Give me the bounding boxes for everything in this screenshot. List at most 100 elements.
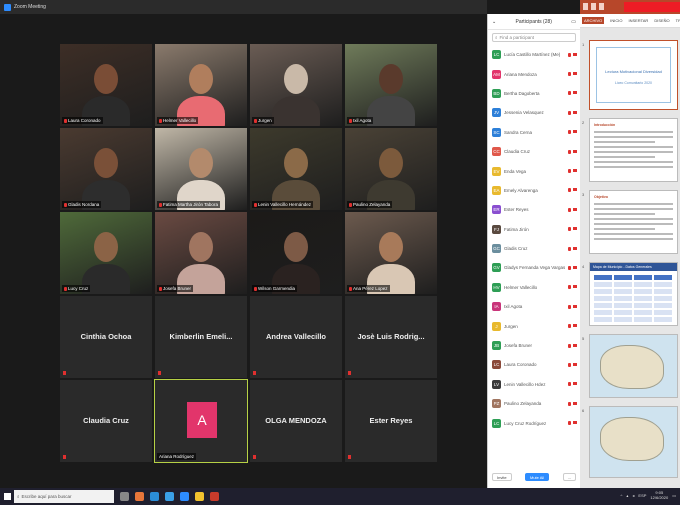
ppt-save-icon[interactable]	[583, 3, 588, 10]
slide-text-line	[594, 141, 655, 143]
powerpoint-taskbar-icon[interactable]	[210, 492, 219, 501]
participant-name-tag: Jurgen	[252, 117, 274, 124]
language-indicator[interactable]: ESP	[638, 493, 646, 498]
participant-list-item[interactable]: GC Gladis Cruz	[488, 239, 580, 258]
muted-mic-icon	[63, 455, 66, 459]
video-tile[interactable]: Lucy Cruz	[60, 212, 152, 294]
chrome-icon[interactable]	[165, 492, 174, 501]
taskbar-search-box[interactable]: ⌕ Escribe aquí para buscar	[14, 490, 114, 503]
participant-list-item[interactable]: ER Ester Reyes	[488, 200, 580, 219]
video-tile[interactable]: Lenin Vallecillo Hernández	[250, 128, 342, 210]
slide-thumbnail[interactable]	[589, 334, 678, 398]
ppt-tab[interactable]: INICIO	[610, 18, 622, 23]
mute-all-button[interactable]: Mute All	[524, 473, 550, 481]
volume-icon[interactable]: ◂	[632, 493, 634, 498]
participant-list-item[interactable]: GV Gladys Fernanda Vega Vargas	[488, 258, 580, 277]
participant-list-item[interactable]: CC Claudia Cruz	[488, 142, 580, 161]
participant-status-icons	[568, 188, 580, 193]
participant-name: Lenin Vallecillo Hdez	[504, 381, 546, 387]
zoom-taskbar-icon[interactable]	[180, 492, 189, 501]
more-button[interactable]: ...	[562, 473, 576, 481]
participant-list-item[interactable]: PZ Paulino Zelayanda	[488, 394, 580, 413]
map-landmass	[600, 345, 664, 389]
video-tile[interactable]: Josefa Bruner	[155, 212, 247, 294]
file-explorer-icon[interactable]	[195, 492, 204, 501]
muted-mic-icon	[254, 286, 257, 291]
tray-chevron-icon[interactable]: ^	[620, 493, 622, 498]
participant-avatar: LC	[492, 360, 501, 370]
system-tray: ^ ▴ ◂ ESP 9:05 12/6/2020 ▭	[620, 490, 676, 500]
slide-subtitle: Liceo Comunitario 2020	[615, 81, 652, 85]
participant-face	[94, 64, 118, 94]
participant-name: Josefa Bruner	[504, 343, 533, 349]
ppt-tab[interactable]: INSERTAR	[628, 18, 648, 23]
participant-list-item[interactable]: AM Ariana Mendoza	[488, 64, 580, 83]
video-tile[interactable]: Jurgen	[250, 44, 342, 126]
participant-name: Ester Reyes	[504, 207, 529, 213]
video-tile[interactable]: A Ariana Rodríguez	[154, 379, 248, 463]
slide-thumbnail[interactable]: Lectura Motivacional Diversidad Liceo Com…	[589, 40, 678, 110]
start-button[interactable]	[0, 488, 14, 505]
muted-mic-icon	[568, 304, 571, 309]
ppt-undo-icon[interactable]	[591, 3, 596, 10]
video-tile[interactable]: Fatima Martha Jirón Tabora	[155, 128, 247, 210]
collapse-icon[interactable]: ⌄	[492, 19, 496, 25]
participant-list-item[interactable]: EV Enda Vega	[488, 161, 580, 180]
participant-search-input[interactable]: ⌕ Find a participant	[492, 33, 576, 42]
participant-list-item[interactable]: HV Helmer Vallecillo	[488, 278, 580, 297]
video-tile[interactable]: Ester Reyes	[345, 380, 437, 462]
task-view-icon[interactable]	[120, 492, 129, 501]
ppt-tab[interactable]: ARCHIVO	[582, 17, 605, 24]
video-tile[interactable]: Claudia Cruz	[60, 380, 152, 462]
video-tile[interactable]: Gladis Nordana	[60, 128, 152, 210]
video-tile[interactable]: Kimberlin Emeli...	[155, 296, 247, 378]
network-icon[interactable]: ▴	[626, 493, 628, 498]
notifications-icon[interactable]: ▭	[672, 493, 676, 498]
video-tile[interactable]: Ixil Agota	[345, 44, 437, 126]
slide-map	[590, 335, 677, 397]
firefox-icon[interactable]	[135, 492, 144, 501]
video-tile[interactable]: Ana Pérez Lopez	[345, 212, 437, 294]
slide-thumbnail[interactable]	[589, 406, 678, 478]
popout-icon[interactable]: ▭	[571, 19, 576, 25]
participant-avatar: PZ	[492, 399, 501, 409]
video-tile[interactable]: Laura Coronado	[60, 44, 152, 126]
slide-thumbnail[interactable]: Mapa de Municipio - Datos Generales	[589, 262, 678, 326]
windows-icon	[3, 493, 11, 500]
ppt-tab[interactable]: DISEÑO	[654, 18, 669, 23]
slide-thumbnail[interactable]: Objetivo	[589, 190, 678, 254]
muted-mic-icon	[568, 188, 571, 193]
participant-list-item[interactable]: LC Laura Coronado	[488, 355, 580, 374]
participant-list-item[interactable]: LC Lucy Cruz Rodríguez	[488, 413, 580, 432]
participant-name: Claudia Cruz	[83, 416, 129, 425]
video-tile[interactable]: Josè Luis Rodrig...	[345, 296, 437, 378]
invite-button[interactable]: Invite	[492, 473, 512, 481]
video-off-icon	[573, 324, 577, 328]
participant-body	[272, 96, 320, 126]
video-tile[interactable]: OLGA MENDOZA	[250, 380, 342, 462]
participant-list-item[interactable]: BD Bertha Dagoberta	[488, 84, 580, 103]
participant-list-item[interactable]: SC Sandra Cerna	[488, 123, 580, 142]
participant-list-item[interactable]: JV Jessenia Velasquez	[488, 103, 580, 122]
participant-list-item[interactable]: LV Lenin Vallecillo Hdez	[488, 375, 580, 394]
participant-name-tag: Lenin Vallecillo Hernández	[252, 201, 313, 208]
participant-list-item[interactable]: FJ Fatima Jirón	[488, 220, 580, 239]
participant-list-item[interactable]: J Jurgen	[488, 316, 580, 335]
participant-list-item[interactable]: EA Emely Alvarenga	[488, 181, 580, 200]
participant-list-item[interactable]: LC Lucía Castillo Martínez (Me)	[488, 45, 580, 64]
clock[interactable]: 9:05 12/6/2020	[650, 490, 668, 500]
participant-list-item[interactable]: IA Ixil Agota	[488, 297, 580, 316]
video-tile[interactable]: Wilson Garmendia	[250, 212, 342, 294]
video-tile[interactable]: Helmer Vallecillo	[155, 44, 247, 126]
search-icon: ⌕	[495, 35, 498, 40]
ppt-redo-icon[interactable]	[599, 3, 604, 10]
participant-face	[379, 64, 403, 94]
slide-thumbnail[interactable]: Introducción	[589, 118, 678, 182]
video-tile[interactable]: Andrea Vallecillo	[250, 296, 342, 378]
ppt-tab[interactable]: TRA	[676, 18, 680, 23]
participant-list-item[interactable]: JB Josefa Bruner	[488, 336, 580, 355]
participant-name: Gladys Fernanda Vega Vargas	[504, 265, 565, 271]
video-tile[interactable]: Cinthia Ochoa	[60, 296, 152, 378]
video-tile[interactable]: Paulino Zelayanda	[345, 128, 437, 210]
edge-icon[interactable]	[150, 492, 159, 501]
